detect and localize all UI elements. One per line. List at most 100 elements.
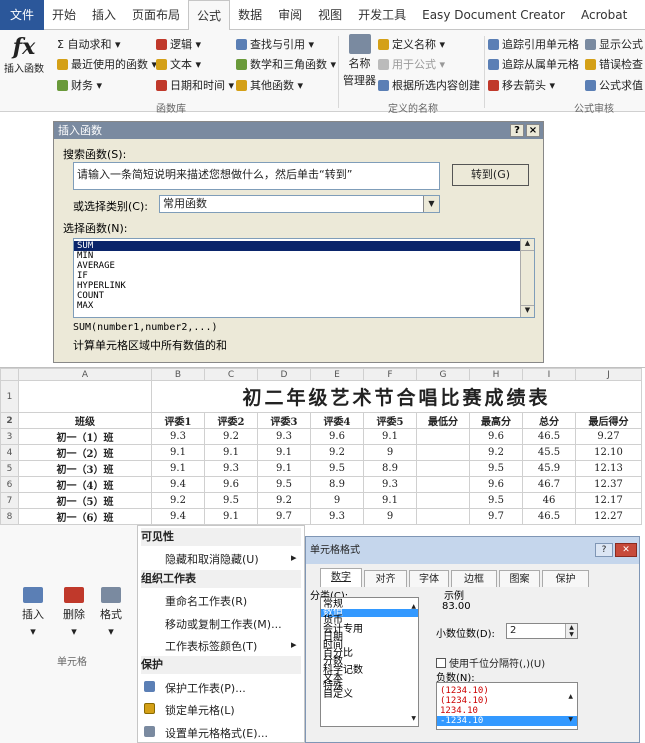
cell[interactable]: 9.1 — [204, 508, 258, 525]
cell[interactable]: 12.13 — [575, 460, 642, 477]
more-functions-button[interactable]: 其他函数 ▾ — [236, 77, 303, 93]
column-title[interactable]: 评委5 — [363, 412, 417, 429]
scroll-down-icon[interactable]: ▼ — [521, 305, 534, 317]
function-list-item[interactable]: IF — [74, 271, 534, 281]
negative-format-item[interactable]: (1234.10) — [437, 696, 577, 706]
ribbon-tab[interactable]: 视图 — [310, 0, 350, 30]
create-from-selection-button[interactable]: 根据所选内容创建 — [378, 77, 480, 93]
row-header[interactable]: 1 — [0, 380, 19, 413]
cell[interactable] — [416, 444, 470, 461]
cell[interactable]: 初一（3）班 — [18, 460, 152, 477]
menu-item-format-cells[interactable]: 设置单元格格式(E)... — [144, 725, 268, 741]
category-item[interactable]: 自定义 — [321, 689, 418, 699]
negative-format-item[interactable]: -1234.10 — [437, 716, 577, 726]
row-header[interactable]: 8 — [0, 508, 19, 525]
cell[interactable]: 8.9 — [363, 460, 417, 477]
close-icon[interactable]: ✕ — [615, 543, 637, 557]
cell[interactable]: 9.27 — [575, 428, 642, 445]
column-header[interactable]: I — [522, 368, 576, 381]
category-select[interactable]: 常用函数 ▼ — [159, 195, 440, 213]
autosum-button[interactable]: Σ 自动求和 ▾ — [57, 36, 120, 52]
column-header[interactable]: A — [18, 368, 152, 381]
name-manager-button[interactable]: 名称 管理器 — [343, 34, 376, 88]
lookup-button[interactable]: 查找与引用 ▾ — [236, 36, 314, 52]
decimals-stepper[interactable]: 2 ▲ ▼ — [506, 623, 578, 639]
cell[interactable]: 45.5 — [522, 444, 576, 461]
evaluate-formula-button[interactable]: 公式求值 — [585, 77, 643, 93]
menu-item-hide[interactable]: 隐藏和取消隐藏(U) ▸ — [165, 551, 297, 567]
cell[interactable]: 9.6 — [204, 476, 258, 493]
cell[interactable]: 初一（4）班 — [18, 476, 152, 493]
format-tab[interactable]: 字体 — [409, 570, 449, 587]
column-title[interactable]: 班级 — [18, 412, 152, 429]
financial-button[interactable]: 财务 ▾ — [57, 77, 102, 93]
cell[interactable]: 46.5 — [522, 428, 576, 445]
column-header[interactable]: C — [204, 368, 258, 381]
insert-function-button[interactable]: fx 插入函数 — [4, 34, 44, 75]
help-icon[interactable]: ? — [595, 543, 613, 557]
column-title[interactable]: 最后得分 — [575, 412, 642, 429]
column-header[interactable]: H — [469, 368, 523, 381]
show-formulas-button[interactable]: 显示公式 — [585, 36, 643, 52]
column-header[interactable]: B — [151, 368, 205, 381]
remove-arrows-button[interactable]: 移去箭头 ▾ — [488, 77, 555, 93]
cell[interactable]: 9.5 — [204, 492, 258, 509]
cell[interactable]: 9.1 — [204, 444, 258, 461]
cell[interactable]: 12.27 — [575, 508, 642, 525]
ribbon-tab[interactable]: 公式 — [188, 0, 231, 31]
cell[interactable]: 9 — [363, 508, 417, 525]
insert-cells-button[interactable]: 插入 ▾ — [22, 587, 44, 638]
stepper-arrows-icon[interactable]: ▲ ▼ — [565, 624, 577, 638]
cell[interactable]: 12.37 — [575, 476, 642, 493]
function-list-item[interactable]: HYPERLINK — [74, 281, 534, 291]
cell[interactable]: 46 — [522, 492, 576, 509]
cell[interactable]: 9.7 — [469, 508, 523, 525]
format-tab[interactable]: 保护 — [542, 570, 589, 587]
scroll-down-icon[interactable]: ▼ — [568, 716, 573, 723]
column-title[interactable]: 最高分 — [469, 412, 523, 429]
cell[interactable] — [416, 508, 470, 525]
cell[interactable]: 9.6 — [469, 428, 523, 445]
cell[interactable]: 9.1 — [363, 492, 417, 509]
format-tab[interactable]: 图案 — [499, 570, 540, 587]
ribbon-tab[interactable]: Easy Document Creator — [414, 0, 573, 30]
cell[interactable]: 9.3 — [204, 460, 258, 477]
row-header[interactable]: 5 — [0, 460, 19, 477]
define-name-button[interactable]: 定义名称 ▾ — [378, 36, 445, 52]
format-tab[interactable]: 数字 — [320, 568, 362, 587]
cell[interactable] — [416, 428, 470, 445]
menu-item-tab-color[interactable]: 工作表标签颜色(T) ▸ — [165, 638, 297, 654]
cell[interactable]: 12.10 — [575, 444, 642, 461]
column-header[interactable]: G — [416, 368, 470, 381]
cell[interactable]: 9.5 — [310, 460, 364, 477]
column-title[interactable]: 最低分 — [416, 412, 470, 429]
thousands-checkbox[interactable]: 使用千位分隔符(,)(U) — [436, 655, 545, 670]
cell[interactable]: 9.4 — [151, 476, 205, 493]
scroll-down-icon[interactable]: ▼ — [411, 715, 416, 722]
ribbon-tab[interactable]: 开始 — [44, 0, 84, 30]
row-header[interactable]: 2 — [0, 412, 19, 429]
cell[interactable]: 12.17 — [575, 492, 642, 509]
cell[interactable]: 46.5 — [522, 508, 576, 525]
select-all-corner[interactable] — [0, 368, 19, 381]
cell[interactable]: 8.9 — [310, 476, 364, 493]
cell[interactable] — [18, 380, 152, 413]
delete-cells-button[interactable]: 删除 ▾ — [63, 587, 85, 638]
checkbox-icon[interactable] — [436, 657, 446, 668]
cell[interactable]: 9.1 — [257, 444, 311, 461]
cell[interactable]: 46.7 — [522, 476, 576, 493]
datetime-button[interactable]: 日期和时间 ▾ — [156, 77, 234, 93]
menu-item-rename[interactable]: 重命名工作表(R) — [165, 593, 247, 609]
cell[interactable]: 9 — [310, 492, 364, 509]
scrollbar[interactable]: ▲ ▼ — [520, 239, 534, 317]
column-title[interactable]: 总分 — [522, 412, 576, 429]
go-button[interactable]: 转到(G) — [452, 164, 529, 186]
cell[interactable]: 9.2 — [257, 492, 311, 509]
function-list-item[interactable]: AVERAGE — [74, 261, 534, 271]
ribbon-tab[interactable]: 文件 — [0, 0, 44, 30]
cell[interactable]: 9.1 — [257, 460, 311, 477]
cell[interactable]: 初一（5）班 — [18, 492, 152, 509]
scroll-up-icon[interactable]: ▲ — [411, 603, 416, 610]
trace-dependents-button[interactable]: 追踪从属单元格 — [488, 56, 579, 72]
cell[interactable]: 初一（1）班 — [18, 428, 152, 445]
